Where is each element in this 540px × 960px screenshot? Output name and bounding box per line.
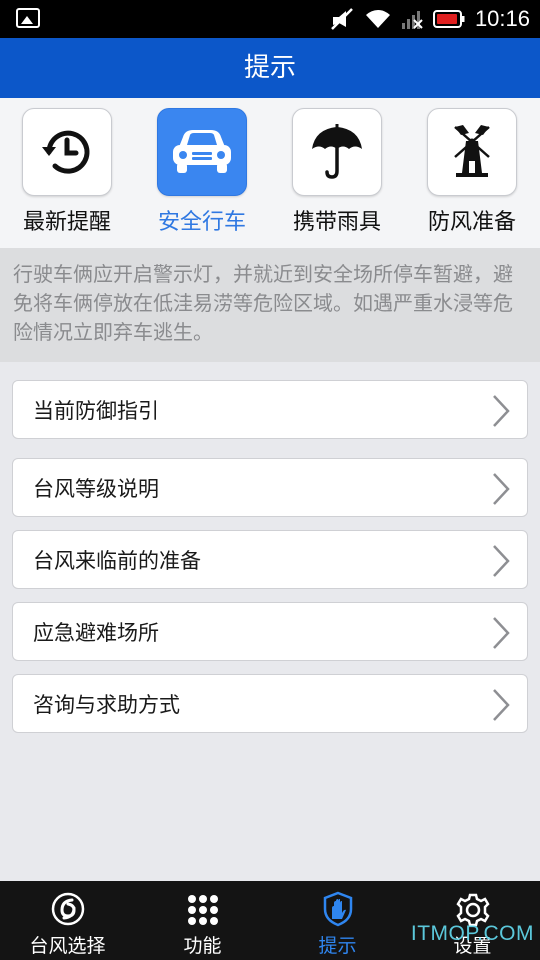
umbrella-icon: [312, 124, 362, 179]
tab-label: 携带雨具: [292, 210, 381, 235]
tab-wind-prep[interactable]: 防风准备: [407, 108, 537, 248]
chevron-right-icon: [493, 395, 510, 427]
image-notification-icon: [16, 8, 40, 28]
nav-label: 台风选择: [29, 935, 106, 957]
tab-icon-box: [292, 108, 382, 196]
nav-typhoon-select[interactable]: 台风选择: [0, 881, 135, 960]
menu-item-defense-guide[interactable]: 当前防御指引: [12, 380, 528, 439]
category-tabs: 最新提醒 安全行车 携带雨具 防风准备: [0, 98, 540, 248]
signal-icon: [401, 11, 423, 29]
tab-label: 安全行车: [157, 210, 246, 235]
page-title: 提示: [0, 38, 540, 98]
menu-item-label: 台风来临前的准备: [33, 548, 201, 573]
menu-item-label: 咨询与求助方式: [33, 692, 180, 717]
tab-icon-box: [427, 108, 517, 196]
typhoon-icon: [51, 892, 84, 926]
shield-hand-icon: [323, 891, 352, 927]
windmill-icon: [454, 125, 490, 177]
nav-tips[interactable]: 提示: [270, 881, 405, 960]
tab-rain-gear[interactable]: 携带雨具: [272, 108, 402, 248]
bottom-nav: 台风选择 功能 提示 设置: [0, 881, 540, 960]
wifi-icon: [365, 10, 390, 28]
tab-safe-driving[interactable]: 安全行车: [137, 108, 267, 248]
nav-functions[interactable]: 功能: [135, 881, 270, 960]
menu-item-shelters[interactable]: 应急避难场所: [12, 602, 528, 661]
nav-label: 功能: [183, 935, 222, 957]
tab-label: 最新提醒: [22, 210, 111, 235]
tab-icon-box: [22, 108, 112, 196]
menu-item-label: 台风等级说明: [33, 476, 159, 501]
chevron-right-icon: [493, 473, 510, 505]
menu-item-label: 当前防御指引: [33, 398, 159, 423]
grid-icon: [187, 895, 218, 925]
chevron-right-icon: [493, 689, 510, 721]
tip-text: 行驶车俩应开启警示灯，并就近到安全场所停车暂避，避免将车俩停放在低洼易涝等危险区…: [0, 248, 540, 362]
menu-item-typhoon-levels[interactable]: 台风等级说明: [12, 458, 528, 517]
menu-item-help-contact[interactable]: 咨询与求助方式: [12, 674, 528, 733]
battery-icon: [432, 10, 465, 28]
chevron-right-icon: [493, 545, 510, 577]
history-clock-icon: [42, 130, 90, 174]
mute-icon: [331, 8, 353, 30]
watermark: ITMOP.COM: [410, 922, 534, 945]
status-time: 10:16: [474, 6, 530, 31]
tab-icon-box: [157, 108, 247, 196]
car-icon: [173, 130, 231, 173]
menu-item-label: 应急避难场所: [33, 620, 159, 645]
nav-label: 提示: [318, 935, 357, 957]
tab-label: 防风准备: [427, 210, 516, 235]
status-icons: 10:16: [329, 0, 530, 38]
status-bar: 10:16: [0, 0, 540, 38]
nav-settings[interactable]: 设置: [405, 881, 540, 960]
chevron-right-icon: [493, 617, 510, 649]
menu-item-pre-typhoon-prep[interactable]: 台风来临前的准备: [12, 530, 528, 589]
tab-latest-reminder[interactable]: 最新提醒: [2, 108, 132, 248]
